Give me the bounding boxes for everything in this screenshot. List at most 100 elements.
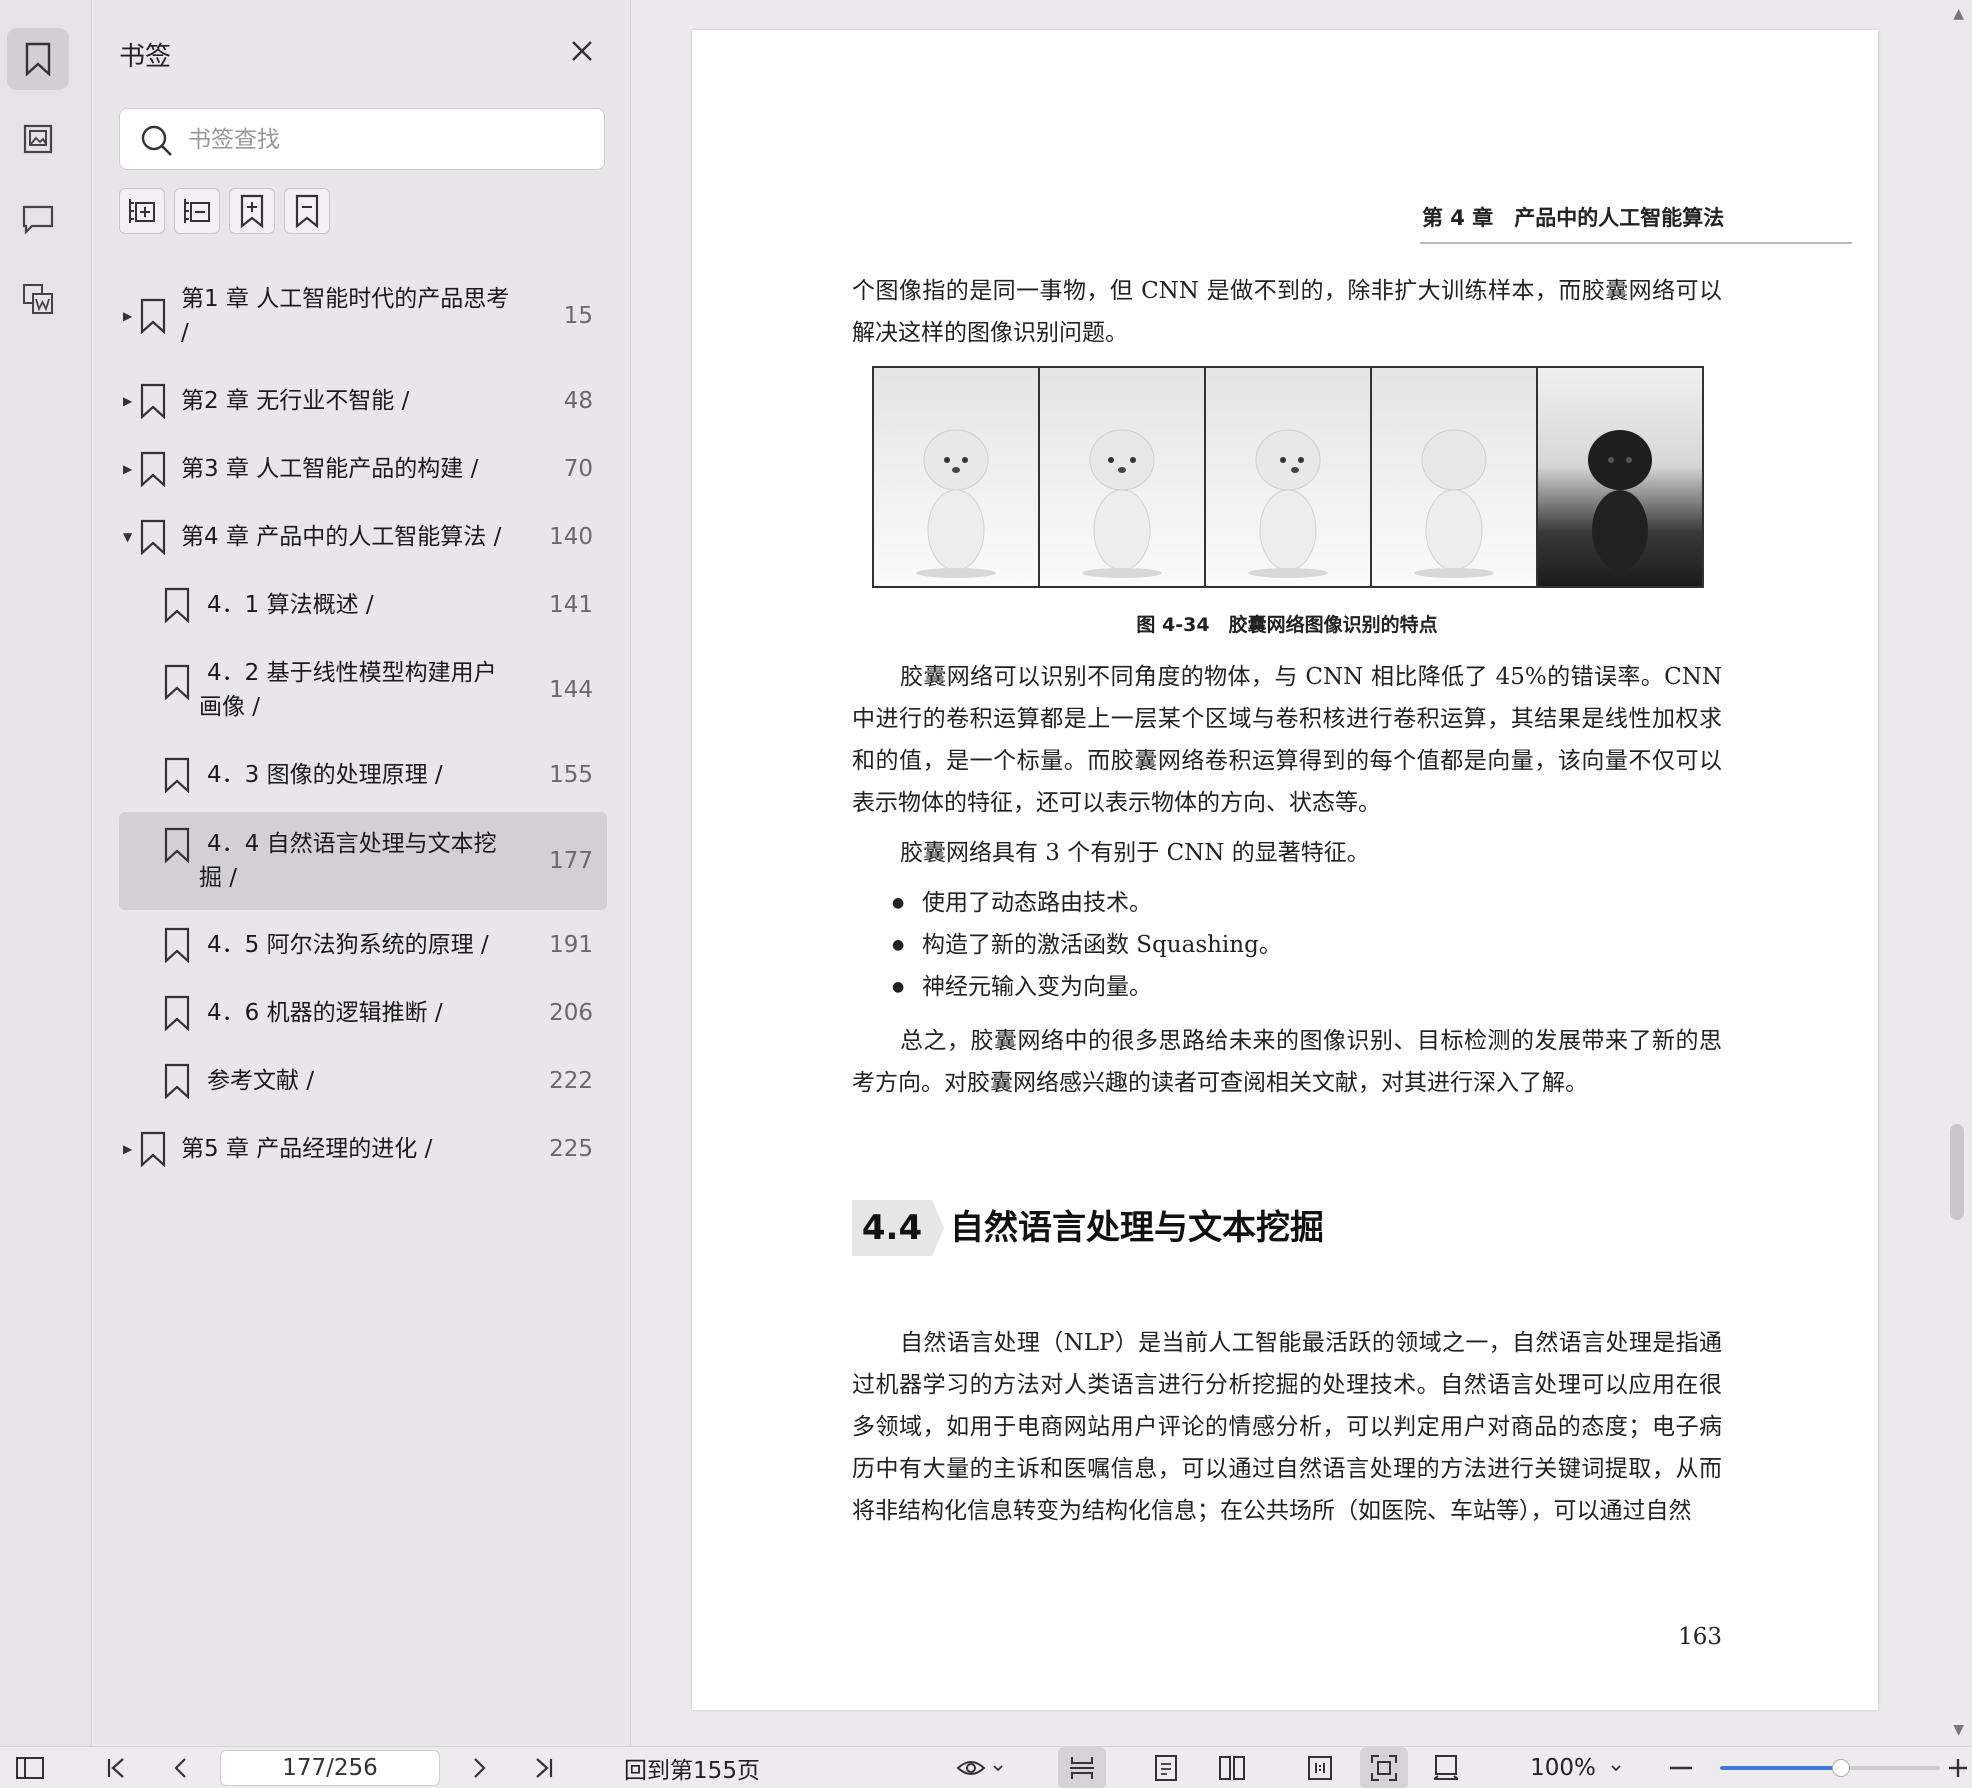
figure-caption: 图 4-34 胶囊网络图像识别的特点	[1136, 614, 1438, 636]
paragraph: 自然语言处理（NLP）是当前人工智能最活跃的领域之一，自然语言处理是指通过机器学…	[852, 1330, 1722, 1524]
expand-arrow-icon[interactable]: ▶	[123, 1142, 135, 1156]
bookmark-item-chapter5[interactable]: ▶ 第5 章 产品经理的进化 / 225	[119, 1122, 607, 1176]
bullet-item: 神经元输入变为向量。	[892, 966, 1720, 1008]
view-mode-dropdown[interactable]	[950, 1747, 1010, 1788]
paragraph: 胶囊网络具有 3 个有别于 CNN 的显著特征。	[900, 840, 1370, 866]
remove-bookmark-icon	[295, 194, 319, 228]
next-page-button[interactable]	[460, 1747, 500, 1788]
bookmark-icon	[164, 1063, 190, 1099]
remove-bookmark-button[interactable]	[284, 188, 330, 234]
bookmark-page: 144	[549, 677, 593, 703]
pdf-page: 第 4 章 产品中的人工智能算法 个图像指的是同一事物，但 CNN 是做不到的，…	[692, 30, 1878, 1710]
bookmark-label: 第5 章 产品经理的进化 /	[181, 1136, 433, 1162]
toy-dog-image	[916, 429, 996, 578]
bookmark-search-input[interactable]	[188, 121, 588, 159]
bookmark-item-4-5[interactable]: 4．5 阿尔法狗系统的原理 / 191	[119, 918, 607, 972]
paragraph: 胶囊网络可以识别不同角度的物体，与 CNN 相比降低了 45%的错误率。CNN …	[852, 664, 1722, 816]
bookmark-item-chapter1[interactable]: ▶ 第1 章 人工智能时代的产品思考 / 15	[119, 276, 607, 356]
section-title: 自然语言处理与文本挖掘	[950, 1208, 1324, 1248]
bookmark-item-references[interactable]: 参考文献 / 222	[119, 1054, 607, 1108]
bookmark-icon	[140, 383, 166, 419]
collapse-arrow-icon[interactable]: ▼	[123, 530, 135, 544]
expand-all-button[interactable]	[119, 188, 165, 234]
toggle-sidebar-button[interactable]	[10, 1747, 50, 1788]
bookmark-page: 70	[563, 456, 593, 482]
zoom-in-button[interactable]	[1944, 1747, 1972, 1788]
actual-size-icon	[1308, 1756, 1332, 1780]
fit-width-button[interactable]	[1426, 1747, 1466, 1788]
actual-size-button[interactable]	[1300, 1747, 1340, 1788]
bookmark-page: 222	[549, 1068, 593, 1094]
zoom-slider[interactable]	[1720, 1759, 1940, 1777]
bookmark-label: 参考文献 /	[207, 1068, 315, 1094]
thumbnail-panel-button[interactable]	[7, 108, 69, 170]
collapse-all-button[interactable]	[174, 188, 220, 234]
bookmark-item-4-2[interactable]: 4．2 基于线性模型构建用户画像 / 144	[119, 648, 607, 732]
bookmark-item-chapter3[interactable]: ▶ 第3 章 人工智能产品的构建 / 70	[119, 442, 607, 496]
expand-all-icon	[129, 199, 155, 223]
paragraph: 总之，胶囊网络中的很多思路给未来的图像识别、目标检测的发展带来了新的思考方向。对…	[852, 1028, 1722, 1096]
bookmark-item-chapter2[interactable]: ▶ 第2 章 无行业不智能 / 48	[119, 374, 607, 428]
chevron-down-icon	[993, 1765, 1003, 1772]
close-icon	[572, 41, 592, 61]
comment-panel-button[interactable]	[7, 188, 69, 250]
single-page-button[interactable]	[1146, 1747, 1186, 1788]
bookmark-page: 155	[549, 762, 593, 788]
bookmark-page: 48	[563, 388, 593, 414]
scroll-down-icon[interactable]: ▼	[1953, 1722, 1964, 1738]
scroll-thumb[interactable]	[1950, 1124, 1964, 1220]
bookmark-search-box[interactable]	[119, 108, 605, 170]
expand-arrow-icon[interactable]: ▶	[123, 462, 135, 476]
first-page-button[interactable]	[96, 1747, 136, 1788]
zoom-dropdown[interactable]: 100%	[1516, 1747, 1636, 1788]
goto-page-link[interactable]: 回到第155页	[612, 1747, 772, 1788]
bookmark-panel: 书签 ▶ 第1 章 人工智能时代的产品思考 / 15 ▶ 第2 章 无行业不智能…	[93, 0, 631, 1746]
vertical-scrollbar[interactable]: ▲ ▼	[1942, 0, 1972, 1746]
bookmark-label: 4．5 阿尔法狗系统的原理 /	[207, 932, 489, 958]
single-page-icon	[1155, 1755, 1177, 1781]
add-bookmark-button[interactable]	[229, 188, 275, 234]
bullet-list: 使用了动态路由技术。 构造了新的激活函数 Squashing。 神经元输入变为向…	[892, 882, 1720, 1008]
last-page-button[interactable]	[524, 1747, 564, 1788]
bookmark-page: 206	[549, 1000, 593, 1026]
expand-arrow-icon[interactable]: ▶	[123, 309, 135, 323]
bookmark-item-chapter4[interactable]: ▼ 第4 章 产品中的人工智能算法 / 140	[119, 510, 607, 564]
bookmark-icon	[164, 587, 190, 623]
previous-page-button[interactable]	[160, 1747, 200, 1788]
continuous-scroll-button[interactable]	[1058, 1747, 1106, 1788]
fit-page-icon	[1371, 1755, 1397, 1781]
word-export-button[interactable]	[7, 268, 69, 330]
toy-dog-image	[1082, 429, 1162, 578]
close-panel-button[interactable]	[567, 36, 597, 66]
zoom-slider-knob[interactable]	[1832, 1759, 1850, 1777]
zoom-out-button[interactable]	[1664, 1747, 1698, 1788]
bookmark-item-4-4[interactable]: 4．4 自然语言处理与文本挖掘 / 177	[119, 812, 607, 910]
bookmark-label: 4．1 算法概述 /	[207, 592, 374, 618]
double-page-button[interactable]	[1212, 1747, 1252, 1788]
document-viewport[interactable]: 第 4 章 产品中的人工智能算法 个图像指的是同一事物，但 CNN 是做不到的，…	[632, 0, 1972, 1746]
bookmark-page: 225	[549, 1136, 593, 1162]
bookmark-item-4-6[interactable]: 4．6 机器的逻辑推断 / 206	[119, 986, 607, 1040]
bookmark-item-4-3[interactable]: 4．3 图像的处理原理 / 155	[119, 748, 607, 802]
figure-panel	[874, 368, 1040, 586]
bookmark-label: 第1 章 人工智能时代的产品思考 /	[181, 286, 510, 346]
bookmark-item-4-1[interactable]: 4．1 算法概述 / 141	[119, 578, 607, 632]
bookmark-icon	[164, 827, 190, 863]
bookmark-panel-button[interactable]	[7, 28, 69, 90]
panel-title: 书签	[119, 42, 172, 72]
bookmark-page: 191	[549, 932, 593, 958]
fit-page-button[interactable]	[1360, 1747, 1408, 1788]
figure-panel	[1372, 368, 1538, 586]
minus-icon	[1670, 1766, 1692, 1770]
expand-arrow-icon[interactable]: ▶	[123, 394, 135, 408]
left-icon-rail	[0, 0, 92, 1746]
scroll-up-icon[interactable]: ▲	[1953, 6, 1964, 22]
bookmark-label: 4．2 基于线性模型构建用户画像 /	[199, 660, 497, 720]
bookmark-page: 141	[549, 592, 593, 618]
zoom-value: 100%	[1530, 1755, 1596, 1781]
collapse-all-icon	[184, 199, 210, 223]
header-rule	[1420, 242, 1852, 244]
running-header: 第 4 章 产品中的人工智能算法	[1422, 206, 1725, 230]
add-bookmark-icon	[240, 194, 264, 228]
page-number-input[interactable]: 177/256	[220, 1750, 440, 1786]
